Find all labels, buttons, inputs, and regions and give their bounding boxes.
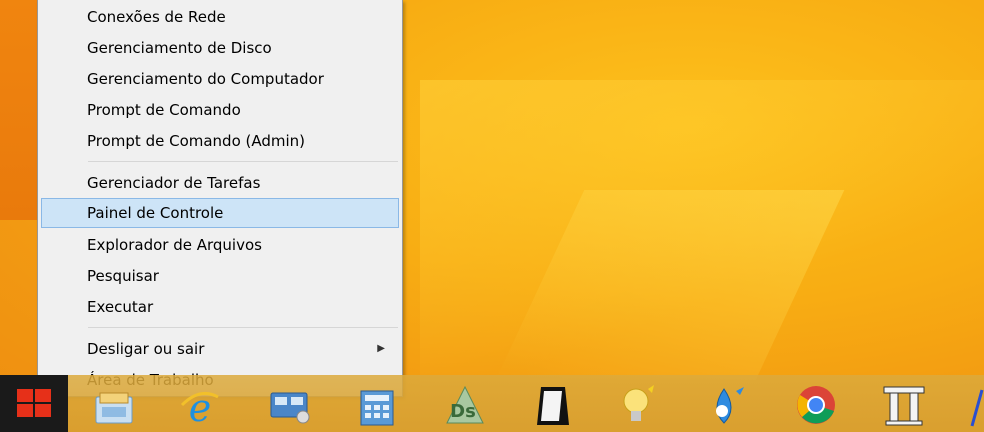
menu-item-run[interactable]: Executar: [41, 292, 399, 322]
calculator-icon[interactable]: [355, 383, 399, 427]
partial-app-icon[interactable]: [968, 388, 984, 428]
submenu-arrow-icon: ▶: [377, 343, 385, 354]
menu-item-command-prompt[interactable]: Prompt de Comando: [41, 95, 399, 125]
menu-item-file-explorer[interactable]: Explorador de Arquivos: [41, 230, 399, 260]
menu-item-disk-management[interactable]: Gerenciamento de Disco: [41, 33, 399, 63]
menu-item-shutdown-signout[interactable]: Desligar ou sair ▶: [41, 334, 399, 364]
network-icon[interactable]: [267, 383, 311, 427]
menu-separator: [88, 161, 398, 162]
power-user-menu: Conexões de Rede Gerenciamento de Disco …: [37, 0, 403, 397]
menu-item-search[interactable]: Pesquisar: [41, 261, 399, 291]
document-app-icon[interactable]: [531, 383, 575, 427]
menu-item-task-manager[interactable]: Gerenciador de Tarefas: [41, 168, 399, 198]
svg-text:Ds: Ds: [450, 401, 476, 422]
menu-item-computer-management[interactable]: Gerenciamento do Computador: [41, 64, 399, 94]
menu-item-network-connections[interactable]: Conexões de Rede: [41, 2, 399, 32]
file-manager-icon[interactable]: [92, 383, 136, 427]
chrome-icon[interactable]: [794, 383, 838, 427]
menu-separator: [88, 327, 398, 328]
menu-item-label: Desligar ou sair: [87, 340, 205, 358]
internet-explorer-icon[interactable]: e: [178, 383, 222, 427]
bulb-app-icon[interactable]: [618, 383, 662, 427]
ds-app-icon[interactable]: Ds: [443, 383, 487, 427]
pillar-app-icon[interactable]: [882, 383, 926, 427]
menu-item-command-prompt-admin[interactable]: Prompt de Comando (Admin): [41, 126, 399, 156]
menu-item-control-panel[interactable]: Painel de Controle: [41, 198, 399, 228]
windows-logo-icon: [17, 389, 53, 419]
start-button[interactable]: [0, 375, 68, 432]
drop-app-icon[interactable]: [706, 383, 750, 427]
